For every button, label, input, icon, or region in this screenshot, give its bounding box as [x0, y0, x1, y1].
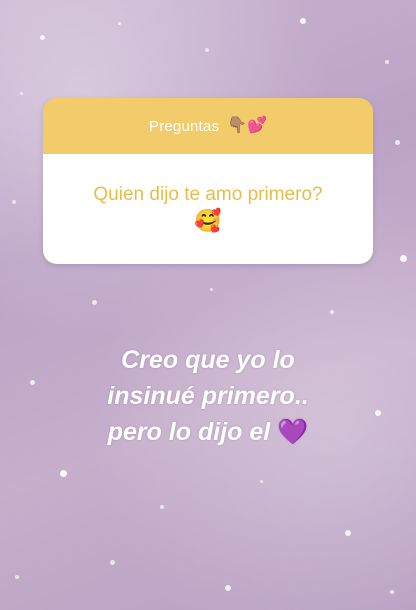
- sparkle: [20, 92, 23, 95]
- glitter-background: [0, 0, 416, 610]
- sparkle: [160, 505, 164, 509]
- sparkle: [60, 470, 67, 477]
- answer-line-3-text: pero lo dijo el: [107, 418, 271, 446]
- sparkle: [205, 48, 209, 52]
- question-sticker[interactable]: Preguntas 👇🏽💕 Quien dijo te amo primero?…: [43, 98, 373, 264]
- sparkle: [210, 288, 213, 291]
- sparkle: [92, 300, 97, 305]
- sparkle: [260, 480, 263, 483]
- sparkle: [330, 310, 334, 314]
- question-text: Quien dijo te amo primero?: [93, 184, 323, 205]
- sparkle: [395, 140, 400, 145]
- sparkle: [300, 18, 306, 24]
- question-sticker-body: Quien dijo te amo primero? 🥰: [43, 154, 373, 264]
- sparkle: [375, 410, 381, 416]
- answer-text: Creo que yo lo insinué primero.. pero lo…: [60, 342, 356, 450]
- pointing-down-hearts-emoji-icon: 👇🏽💕: [227, 117, 268, 134]
- sparkle: [110, 560, 115, 565]
- sparkle: [400, 255, 407, 262]
- sparkle: [225, 585, 231, 591]
- sparkle: [345, 530, 351, 536]
- answer-line-2: insinué primero..: [107, 382, 309, 410]
- sparkle: [12, 200, 16, 204]
- smiling-hearts-emoji-icon: 🥰: [194, 208, 222, 233]
- answer-line-3: pero lo dijo el 💜: [60, 414, 356, 450]
- question-sticker-title: Preguntas: [148, 117, 220, 135]
- sparkle: [385, 60, 389, 64]
- sparkle: [118, 22, 121, 25]
- purple-heart-emoji-icon: 💜: [277, 418, 309, 446]
- answer-line-1: Creo que yo lo: [121, 346, 295, 374]
- sparkle: [15, 575, 19, 579]
- question-sticker-header: Preguntas 👇🏽💕: [43, 98, 373, 154]
- sparkles: [0, 0, 416, 610]
- sparkle: [390, 590, 394, 594]
- sparkle: [40, 35, 45, 40]
- sparkle: [30, 380, 35, 385]
